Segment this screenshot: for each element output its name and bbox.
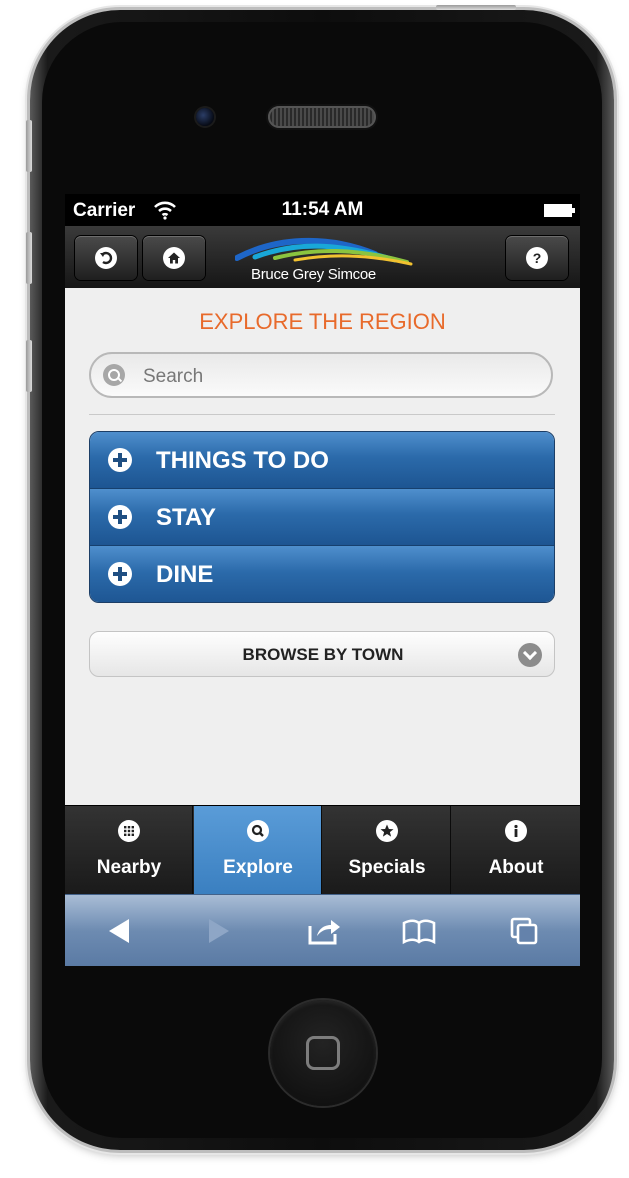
home-nav-button[interactable] bbox=[143, 236, 205, 280]
volume-up-button bbox=[26, 232, 32, 284]
menu-item-label: DINE bbox=[156, 561, 214, 588]
battery-icon bbox=[544, 204, 575, 217]
menu-item-dine[interactable]: DINE bbox=[90, 546, 554, 602]
grid-icon bbox=[118, 820, 140, 842]
menu-item-stay[interactable]: STAY bbox=[90, 489, 554, 546]
home-icon bbox=[163, 247, 185, 269]
forward-triangle-icon bbox=[209, 919, 229, 943]
category-menu: THINGS TO DO STAY DINE bbox=[89, 431, 555, 603]
plus-icon bbox=[108, 448, 132, 472]
back-arrow-icon bbox=[95, 247, 117, 269]
tab-bar: Nearby Explore Specials About bbox=[65, 805, 580, 895]
tab-explore[interactable]: Explore bbox=[194, 806, 322, 895]
pages-icon bbox=[510, 917, 538, 945]
browser-forward-button[interactable] bbox=[199, 913, 239, 949]
back-triangle-icon bbox=[109, 919, 129, 943]
bookmarks-button[interactable] bbox=[399, 913, 439, 949]
help-button[interactable]: ? bbox=[506, 236, 568, 280]
tabs-button[interactable] bbox=[505, 913, 545, 949]
page-title: EXPLORE THE REGION bbox=[199, 309, 446, 334]
tab-label: Nearby bbox=[96, 857, 162, 878]
clock: 11:54 AM bbox=[281, 199, 364, 220]
tab-label: Specials bbox=[348, 857, 426, 878]
home-square-icon bbox=[306, 1036, 340, 1070]
volume-down-button bbox=[26, 340, 32, 392]
search-icon bbox=[247, 820, 269, 842]
back-button[interactable] bbox=[75, 236, 137, 280]
browse-by-town-select[interactable]: BROWSE BY TOWN bbox=[89, 631, 555, 677]
brand-logo: Bruce Grey Simcoe bbox=[234, 232, 415, 284]
search-icon bbox=[103, 364, 125, 386]
mute-switch bbox=[26, 120, 32, 172]
tab-specials[interactable]: Specials bbox=[323, 806, 451, 895]
search-box[interactable] bbox=[89, 352, 553, 398]
help-icon: ? bbox=[526, 247, 548, 269]
book-icon bbox=[402, 919, 436, 945]
front-camera bbox=[196, 108, 214, 126]
power-button bbox=[436, 5, 516, 10]
menu-item-things-to-do[interactable]: THINGS TO DO bbox=[90, 432, 554, 489]
tab-label: Explore bbox=[223, 857, 293, 878]
info-icon bbox=[505, 820, 527, 842]
logo-text: Bruce Grey Simcoe bbox=[251, 266, 376, 283]
tab-label: About bbox=[488, 857, 544, 878]
browse-label: BROWSE BY TOWN bbox=[242, 645, 404, 664]
menu-item-label: THINGS TO DO bbox=[156, 447, 329, 474]
main-content: EXPLORE THE REGION THINGS TO DO STAY DIN… bbox=[65, 288, 580, 805]
divider bbox=[89, 414, 555, 415]
browser-back-button[interactable] bbox=[99, 913, 139, 949]
phone-screen: Carrier 11:54 AM Bruce Grey Simcoe ? EXP… bbox=[65, 194, 580, 966]
tab-nearby[interactable]: Nearby bbox=[65, 806, 193, 895]
safari-toolbar bbox=[65, 894, 580, 966]
menu-item-label: STAY bbox=[156, 504, 217, 531]
plus-icon bbox=[108, 505, 132, 529]
tab-about[interactable]: About bbox=[452, 806, 580, 895]
share-button[interactable] bbox=[305, 913, 345, 949]
earpiece-speaker bbox=[268, 106, 376, 128]
search-input[interactable] bbox=[141, 363, 545, 391]
chevron-down-icon bbox=[518, 643, 542, 667]
home-button[interactable] bbox=[270, 1000, 376, 1106]
share-icon bbox=[308, 920, 340, 945]
app-header: Bruce Grey Simcoe ? bbox=[65, 226, 580, 289]
plus-icon bbox=[108, 562, 132, 586]
star-icon bbox=[376, 820, 398, 842]
status-bar: Carrier 11:54 AM bbox=[65, 194, 580, 226]
